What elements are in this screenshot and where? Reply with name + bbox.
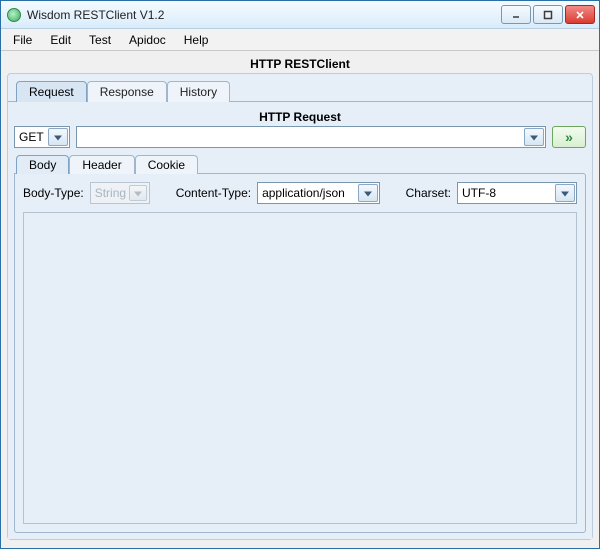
body-type-label: Body-Type:	[23, 186, 84, 200]
menu-test[interactable]: Test	[81, 31, 119, 49]
menu-help[interactable]: Help	[176, 31, 217, 49]
tab-response[interactable]: Response	[87, 81, 167, 102]
subtab-header[interactable]: Header	[69, 155, 134, 174]
tab-history[interactable]: History	[167, 81, 230, 102]
minimize-button[interactable]	[501, 5, 531, 24]
chevron-down-icon	[134, 192, 142, 197]
titlebar: Wisdom RESTClient V1.2	[1, 1, 599, 29]
menu-edit[interactable]: Edit	[42, 31, 79, 49]
tabs-row: Request Response History	[8, 74, 592, 101]
app-icon	[7, 8, 21, 22]
charset-label: Charset:	[406, 186, 451, 200]
window-title: Wisdom RESTClient V1.2	[27, 8, 164, 22]
window-controls	[501, 5, 595, 24]
minimize-icon	[511, 10, 521, 20]
menu-file[interactable]: File	[5, 31, 40, 49]
http-method-select[interactable]	[14, 126, 70, 148]
body-editor[interactable]	[23, 212, 577, 524]
charset-select[interactable]	[457, 182, 577, 204]
send-button[interactable]: »	[552, 126, 586, 148]
request-line-row: »	[14, 126, 586, 148]
maximize-button[interactable]	[533, 5, 563, 24]
url-input[interactable]	[76, 126, 546, 148]
chevron-double-right-icon: »	[565, 129, 573, 145]
app-window: Wisdom RESTClient V1.2 File Edit Test Ap…	[0, 0, 600, 549]
content-type-select-wrap[interactable]	[257, 182, 380, 204]
main-section-label: HTTP RESTClient	[7, 55, 593, 73]
http-method-select-wrap[interactable]	[14, 126, 70, 148]
body-type-value: String	[95, 186, 126, 200]
charset-select-wrap[interactable]	[457, 182, 577, 204]
content-type-select[interactable]	[257, 182, 380, 204]
body-subtab-body: Body-Type: String Content-Type: Cha	[14, 173, 586, 533]
maximize-icon	[543, 10, 553, 20]
close-button[interactable]	[565, 5, 595, 24]
body-type-select: String	[90, 182, 150, 204]
menu-apidoc[interactable]: Apidoc	[121, 31, 174, 49]
subtab-cookie[interactable]: Cookie	[135, 155, 198, 174]
request-tab-body: HTTP Request »	[8, 101, 592, 539]
url-combo[interactable]	[76, 126, 546, 148]
subtabs-row: Body Header Cookie	[14, 154, 586, 173]
tab-request[interactable]: Request	[16, 81, 87, 102]
body-form-row: Body-Type: String Content-Type: Cha	[23, 182, 577, 204]
main-panel: Request Response History HTTP Request	[7, 73, 593, 540]
menubar: File Edit Test Apidoc Help	[1, 29, 599, 51]
close-icon	[575, 10, 585, 20]
subtab-body[interactable]: Body	[16, 155, 69, 174]
client-area: HTTP RESTClient Request Response History…	[1, 51, 599, 548]
http-request-label: HTTP Request	[14, 108, 586, 126]
content-type-label: Content-Type:	[176, 186, 251, 200]
